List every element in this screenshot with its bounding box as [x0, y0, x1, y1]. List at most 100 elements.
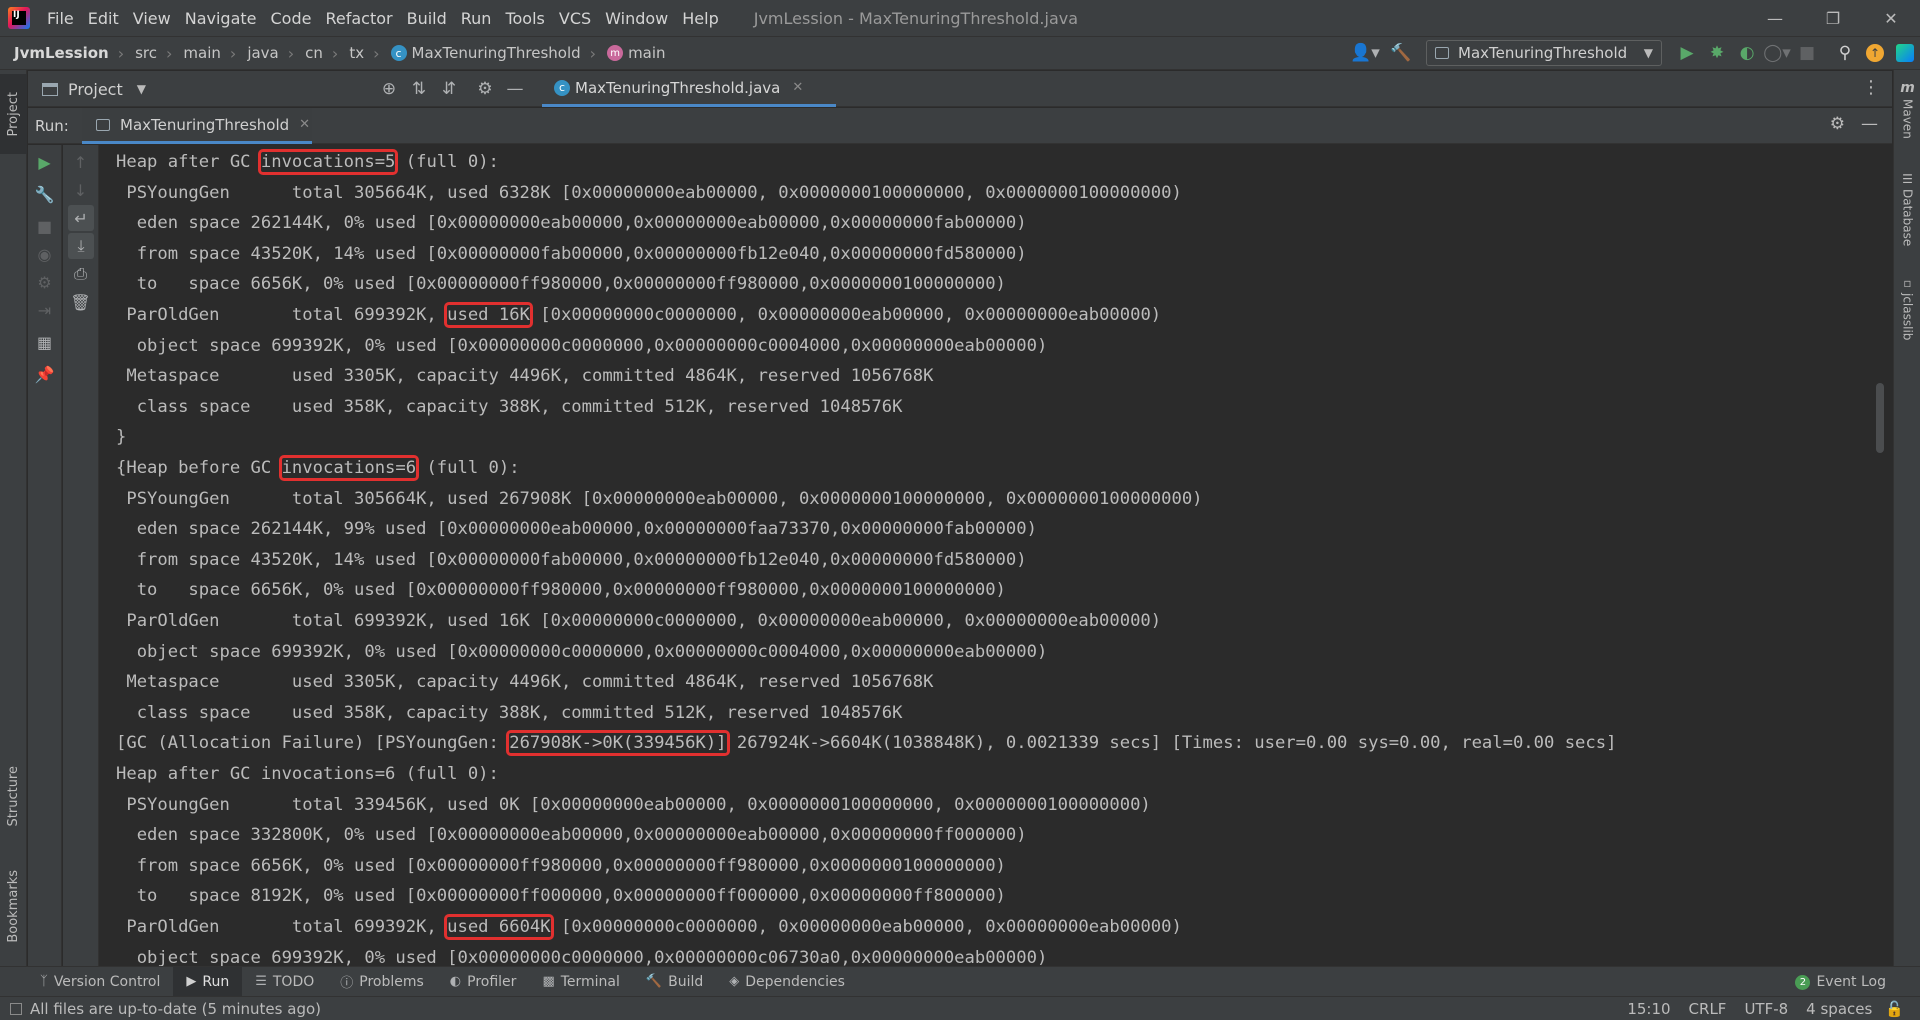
menu-window[interactable]: Window	[598, 9, 675, 28]
breadcrumb-project[interactable]: JvmLession	[0, 44, 109, 62]
caret-position[interactable]: 15:10	[1618, 1000, 1679, 1018]
tab-version-control[interactable]: ᛉ Version Control	[0, 967, 173, 997]
edit-configuration-wrench-icon[interactable]: 🔧	[28, 181, 61, 207]
menu-run[interactable]: Run	[454, 9, 499, 28]
breadcrumb-tx[interactable]: tx	[345, 44, 364, 62]
locate-target-icon[interactable]: ⊕	[374, 74, 404, 104]
maven-tool-tab[interactable]: m Maven	[1894, 80, 1920, 139]
project-panel-header[interactable]: Project ▼	[42, 71, 146, 107]
stop-icon[interactable]: ■	[28, 213, 61, 239]
trash-icon[interactable]: 🗑	[63, 289, 98, 315]
run-icon[interactable]: ▶	[1672, 38, 1702, 68]
arrow-down-icon[interactable]: ↓	[63, 177, 98, 203]
settings-gear-icon[interactable]: ⚙	[28, 269, 61, 295]
tab-terminal[interactable]: ▩ Terminal	[529, 967, 632, 997]
debug-bug-icon[interactable]: ✸	[1702, 38, 1732, 68]
tab-build[interactable]: 🔨 Build	[633, 967, 716, 997]
run-console-output[interactable]: Heap after GC invocations=5 (full 0): PS…	[100, 145, 1892, 966]
tab-profiler-label: Profiler	[467, 973, 517, 990]
line-separator[interactable]: CRLF	[1680, 1000, 1736, 1018]
arrow-up-icon[interactable]: ↑	[63, 149, 98, 175]
hide-panel-icon[interactable]: —	[500, 74, 530, 104]
gear-icon[interactable]: ⚙	[1830, 114, 1845, 134]
menu-tools[interactable]: Tools	[498, 9, 551, 28]
tab-todo[interactable]: ☰ TODO	[242, 967, 327, 997]
stop-icon[interactable]: ■	[1792, 38, 1822, 68]
tab-profiler[interactable]: ◐ Profiler	[437, 967, 530, 997]
console-scrollbar[interactable]	[1876, 383, 1884, 453]
expand-all-icon[interactable]: ⇅	[404, 74, 434, 104]
menu-vcs[interactable]: VCS	[552, 9, 598, 28]
menu-refactor[interactable]: Refactor	[318, 9, 399, 28]
close-icon[interactable]: ✕	[299, 117, 310, 132]
tab-dependencies[interactable]: ◈ Dependencies	[716, 967, 858, 997]
intellij-logo-icon[interactable]: IJ	[8, 7, 30, 29]
search-icon[interactable]: ⚲	[1830, 38, 1860, 68]
profile-icon[interactable]: ◯▾	[1762, 38, 1792, 68]
breadcrumb-main[interactable]: main	[179, 44, 220, 62]
build-hammer-icon[interactable]: 🔨	[1386, 38, 1416, 68]
build-hammer-icon: 🔨	[645, 974, 663, 989]
breadcrumb-cn[interactable]: cn	[301, 44, 323, 62]
console-line: Heap after GC invocations=5 (full 0):	[116, 147, 499, 177]
tab-run[interactable]: ▶ Run	[173, 966, 243, 997]
event-log-tab[interactable]: 2 Event Log	[1795, 967, 1886, 997]
collapse-all-icon[interactable]: ⇵	[434, 74, 464, 104]
menu-build[interactable]: Build	[400, 9, 454, 28]
scroll-to-end-icon[interactable]: ⤓	[68, 233, 94, 259]
menu-code[interactable]: Code	[264, 9, 319, 28]
camera-icon[interactable]: ◉	[28, 241, 61, 267]
console-text: object space 699392K, 0% used [0x0000000…	[116, 947, 1048, 966]
menu-edit[interactable]: Edit	[81, 9, 126, 28]
editor-tab-maxtenuringthreshold[interactable]: c MaxTenuringThreshold.java ✕	[542, 71, 836, 107]
breadcrumb-src[interactable]: src	[131, 44, 157, 62]
console-text: [0x00000000c0000000, 0x00000000eab00000,…	[529, 305, 1162, 325]
jclasslib-tool-tab[interactable]: ▫ jclasslib	[1894, 276, 1920, 340]
exit-icon[interactable]: ⇥	[28, 297, 61, 323]
tab-problems[interactable]: ⓘ Problems	[327, 967, 437, 997]
soft-wrap-icon[interactable]: ↵	[68, 205, 94, 231]
rerun-icon[interactable]: ▶	[28, 149, 61, 175]
structure-tool-label: Structure	[6, 765, 21, 827]
menu-file[interactable]: File	[40, 9, 81, 28]
user-icon[interactable]: 👤▾	[1350, 38, 1380, 68]
database-tool-tab[interactable]: ☰ Database	[1894, 172, 1920, 246]
status-message[interactable]: All files are up-to-date (5 minutes ago)	[10, 1000, 321, 1018]
indent-setting[interactable]: 4 spaces	[1797, 1000, 1881, 1018]
menu-navigate[interactable]: Navigate	[178, 9, 264, 28]
layout-icon[interactable]: ▦	[28, 329, 61, 355]
close-icon[interactable]: ✕	[792, 80, 803, 95]
tool-windows-toggle-icon[interactable]	[10, 1002, 22, 1015]
bookmarks-tool-tab[interactable]: Bookmarks	[0, 856, 27, 956]
print-icon[interactable]: ⎙	[63, 261, 98, 287]
run-configuration-select[interactable]: MaxTenuringThreshold ▼	[1426, 40, 1662, 66]
java-class-icon: c	[554, 79, 570, 96]
minimize-button[interactable]: —	[1746, 0, 1804, 36]
gear-icon[interactable]: ⚙	[470, 74, 500, 104]
more-options-icon[interactable]: ⋮	[1862, 77, 1880, 98]
update-icon[interactable]: ↑	[1860, 38, 1890, 68]
jetbrains-toolbox-icon[interactable]	[1890, 38, 1920, 68]
coverage-icon[interactable]: ◐	[1732, 38, 1762, 68]
close-window-button[interactable]: ✕	[1862, 0, 1920, 36]
lock-icon[interactable]: 🔓	[1881, 1000, 1908, 1018]
menu-help[interactable]: Help	[675, 9, 725, 28]
pin-icon[interactable]: 📌	[28, 361, 61, 387]
menu-view[interactable]: View	[126, 9, 178, 28]
console-line: from space 6656K, 0% used [0x00000000ff9…	[116, 851, 1006, 881]
structure-tool-tab[interactable]: Structure	[0, 750, 27, 842]
file-encoding[interactable]: UTF-8	[1735, 1000, 1797, 1018]
console-text: [GC (Allocation Failure) [PSYoungGen:	[116, 733, 510, 754]
breadcrumb-java[interactable]: java	[243, 44, 278, 62]
restore-button[interactable]: ❐	[1804, 0, 1862, 36]
console-text: to space 6656K, 0% used [0x00000000ff980…	[116, 274, 1006, 295]
maven-icon: m	[1900, 80, 1915, 96]
breadcrumb-separator: ›	[373, 43, 380, 63]
hide-panel-icon[interactable]: —	[1861, 114, 1878, 134]
breadcrumb-class[interactable]: c MaxTenuringThreshold	[387, 44, 581, 62]
run-tab-maxtenuringthreshold[interactable]: MaxTenuringThreshold ✕	[82, 108, 312, 144]
tab-dependencies-label: Dependencies	[745, 973, 845, 990]
breadcrumb-method[interactable]: m main	[603, 44, 666, 62]
project-tool-tab[interactable]: Project	[0, 74, 27, 154]
highlighted-console-text: used 6604K	[444, 914, 554, 940]
